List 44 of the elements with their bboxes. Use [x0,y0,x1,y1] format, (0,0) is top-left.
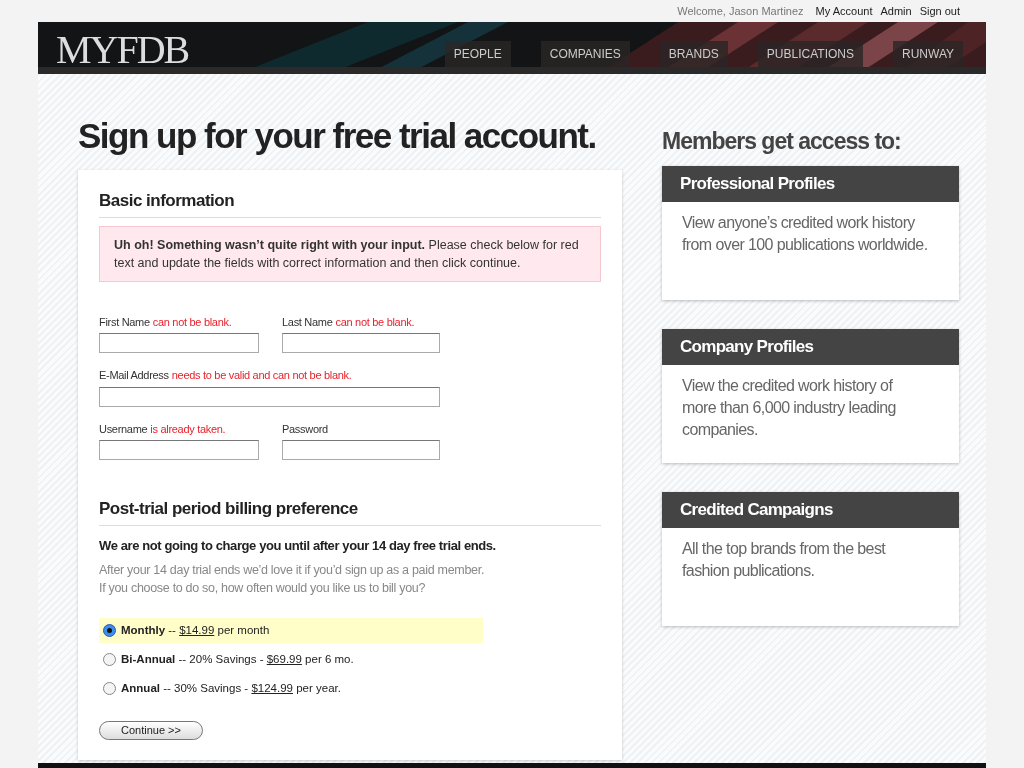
feature-text: All the top brands from the best fashion publications. [681,539,887,581]
text-field[interactable] [99,386,440,407]
section-heading: Basic information [99,188,601,218]
error-message: can not be blank. [152,314,232,330]
continue-button[interactable]: Continue >> [99,721,203,740]
top-link[interactable]: Admin [880,2,912,20]
error-message: needs to be valid and can not be blank. [171,368,352,383]
field-label: Username [99,421,148,437]
feature-title: Company Profiles [662,329,959,365]
billing-lead: We are not going to charge you until after your 14 day free trial ends. [99,536,497,555]
billing-option-label[interactable]: Annual -- 30% Savings - $124.99 per year. [121,679,341,698]
nav-tab[interactable]: COMPANIES [540,41,630,67]
radio-button[interactable] [103,624,116,637]
site-logo[interactable]: MYFDB [56,30,189,70]
nav-tab[interactable]: PEOPLE [444,41,511,67]
error-message: is already taken. [150,421,226,437]
error-message: can not be blank. [335,314,415,330]
text-field[interactable] [99,440,259,460]
members-heading: Members get access to: [662,127,902,156]
feature-title: Credited Campaigns [662,492,959,528]
billing-option-label[interactable]: Bi-Annual -- 20% Savings - $69.99 per 6 mo. [121,650,354,669]
welcome-text: Welcome, Jason Martinez [677,3,804,19]
nav-tab[interactable]: PUBLICATIONS [757,41,863,67]
error-alert: Uh oh! Something wasn’t quite right with your input. Please check below for red text and update the fields with correct information and then click continue. [99,225,601,282]
radio-button[interactable] [103,653,116,666]
section-heading: Post-trial period billing preference [99,496,601,526]
text-field[interactable] [99,333,259,353]
feature-text: View anyone’s credited work history from over 100 publications worldwide. [681,213,929,255]
text-field[interactable] [282,440,440,460]
billing-note: If you choose to do so, how often would you like us to bill you? [99,580,427,597]
field-label: First Name [99,314,150,330]
field-label: Password [282,421,328,437]
top-link[interactable]: Sign out [919,2,960,20]
nav-tab[interactable]: RUNWAY [893,41,963,67]
page-title: Sign up for your free trial account. [78,115,597,157]
text-field[interactable] [282,333,440,353]
field-label: Last Name [282,314,333,330]
top-link[interactable]: My Account [815,2,873,20]
field-label: E-Mail Address [99,368,169,383]
feature-text: View the credited work history of more than 6,000 industry leading companies. [681,376,897,440]
radio-button[interactable] [103,682,116,695]
billing-note: After your 14 day trial ends we’d love it if you’d sign up as a paid member. [99,562,486,579]
feature-title: Professional Profiles [662,166,959,202]
nav-tab[interactable]: BRANDS [659,41,728,67]
